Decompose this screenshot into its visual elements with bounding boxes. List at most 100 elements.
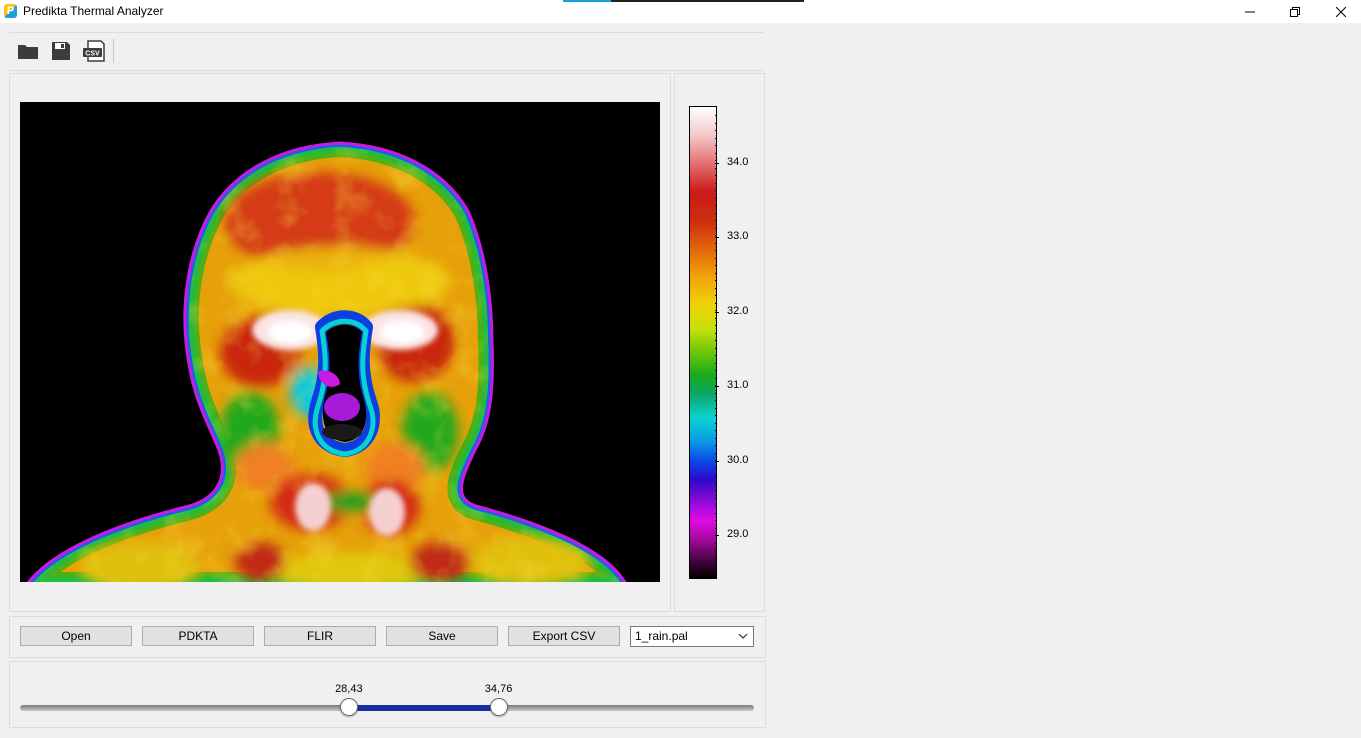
colorbar-minor-tick xyxy=(715,393,717,394)
export-csv-toolbar-button[interactable]: CSV xyxy=(81,39,107,63)
colorbar-major-tick xyxy=(715,163,719,164)
colorbar-minor-tick xyxy=(715,265,717,266)
colorbar-minor-tick xyxy=(715,573,717,574)
colorbar-tick-label: 29.0 xyxy=(727,528,749,540)
colorbar-major-tick xyxy=(715,312,719,313)
save-icon xyxy=(52,42,70,60)
colorbar-minor-tick xyxy=(715,498,717,499)
minimize-icon xyxy=(1245,11,1255,12)
colorbar-tick-label: 32.0 xyxy=(727,305,749,317)
save-button[interactable]: Save xyxy=(386,626,498,646)
colorbar-minor-tick xyxy=(715,250,717,251)
range-slider-selection xyxy=(348,705,499,711)
action-bar: Open PDKTA FLIR Save Export CSV 1_rain.p… xyxy=(9,616,766,658)
range-high-value: 34,76 xyxy=(484,683,513,695)
palette-select[interactable]: 1_rain.pal xyxy=(630,626,754,647)
colorbar-minor-tick xyxy=(715,258,717,259)
colorbar-minor-tick xyxy=(715,558,717,559)
flir-button[interactable]: FLIR xyxy=(264,626,376,646)
colorbar-major-tick xyxy=(715,461,719,462)
palette-select-value: 1_rain.pal xyxy=(635,629,688,643)
colorbar-minor-tick xyxy=(715,565,717,566)
range-high-handle[interactable] xyxy=(489,698,508,716)
colorbar-minor-tick xyxy=(715,483,717,484)
colorbar-minor-tick xyxy=(715,445,717,446)
colorbar-minor-tick xyxy=(715,400,717,401)
colorbar-minor-tick xyxy=(715,415,717,416)
colorbar-minor-tick xyxy=(715,198,717,199)
thermal-image[interactable] xyxy=(20,102,660,582)
colorbar-minor-tick xyxy=(715,280,717,281)
colorbar-minor-tick xyxy=(715,355,717,356)
colorbar-minor-tick xyxy=(715,430,717,431)
csv-icon: CSV xyxy=(83,40,105,62)
image-panel xyxy=(9,73,671,612)
colorbar-minor-tick xyxy=(715,408,717,409)
colorbar-minor-tick xyxy=(715,318,717,319)
colorbar-minor-tick xyxy=(715,175,717,176)
colorbar-minor-tick xyxy=(715,513,717,514)
colorbar-minor-tick xyxy=(715,490,717,491)
save-toolbar-button[interactable] xyxy=(48,39,74,63)
colorbar-minor-tick xyxy=(715,333,717,334)
colorbar-minor-tick xyxy=(715,295,717,296)
svg-text:CSV: CSV xyxy=(85,51,100,58)
colorbar-minor-tick xyxy=(715,528,717,529)
colorbar-minor-tick xyxy=(715,385,717,386)
export-csv-button[interactable]: Export CSV xyxy=(508,626,620,646)
colorbar-panel: 34.0 33.0 32.0 31.0 30.0 29.0 xyxy=(674,73,765,612)
colorbar-minor-tick xyxy=(715,303,717,304)
colorbar-minor-tick xyxy=(715,273,717,274)
colorbar-minor-tick xyxy=(715,235,717,236)
colorbar-tick-label: 34.0 xyxy=(727,156,749,168)
open-folder-button[interactable] xyxy=(15,39,41,63)
colorbar-minor-tick xyxy=(715,340,717,341)
colorbar-minor-tick xyxy=(715,145,717,146)
colorbar-minor-tick xyxy=(715,130,717,131)
colorbar-minor-tick xyxy=(715,153,717,154)
app-logo-icon: P xyxy=(4,4,17,18)
colorbar-minor-tick xyxy=(715,243,717,244)
colorbar-minor-tick xyxy=(715,475,717,476)
colorbar-minor-tick xyxy=(715,520,717,521)
colorbar-minor-tick xyxy=(715,348,717,349)
colorbar-minor-tick xyxy=(715,168,717,169)
colorbar-minor-tick xyxy=(715,160,717,161)
chevron-down-icon xyxy=(738,633,748,639)
pdkta-button[interactable]: PDKTA xyxy=(142,626,254,646)
close-button[interactable] xyxy=(1318,0,1361,23)
open-button[interactable]: Open xyxy=(20,626,132,646)
colorbar-minor-tick xyxy=(715,123,717,124)
colorbar-minor-tick xyxy=(715,505,717,506)
taskbar-accent xyxy=(563,0,611,2)
close-icon xyxy=(1336,6,1346,17)
colorbar-major-tick xyxy=(715,237,719,238)
colorbar-minor-tick xyxy=(715,205,717,206)
temperature-range-panel: 28,43 34,76 xyxy=(9,661,766,728)
colorbar-major-tick xyxy=(715,386,719,387)
colorbar-minor-tick xyxy=(715,438,717,439)
colorbar-minor-tick xyxy=(715,138,717,139)
colorbar-minor-tick xyxy=(715,453,717,454)
toolbar-separator xyxy=(113,39,114,63)
colorbar-minor-tick xyxy=(715,115,717,116)
title-bar: P Predikta Thermal Analyzer xyxy=(0,0,1361,23)
colorbar-minor-tick xyxy=(715,423,717,424)
colorbar-minor-tick xyxy=(715,213,717,214)
colorbar-minor-tick xyxy=(715,220,717,221)
colorbar-tick-label: 33.0 xyxy=(727,230,749,242)
taskbar-accent-dark xyxy=(611,0,804,2)
colorbar-minor-tick xyxy=(715,550,717,551)
minimize-button[interactable] xyxy=(1227,0,1273,23)
range-low-handle[interactable] xyxy=(339,698,358,716)
colorbar-minor-tick xyxy=(715,228,717,229)
colorbar-tick-label: 31.0 xyxy=(727,379,749,391)
colorbar-minor-tick xyxy=(715,310,717,311)
colorbar-minor-tick xyxy=(715,378,717,379)
colorbar-minor-tick xyxy=(715,468,717,469)
restore-icon xyxy=(1290,6,1300,17)
restore-button[interactable] xyxy=(1272,0,1318,23)
colorbar-minor-tick xyxy=(715,460,717,461)
colorbar-minor-tick xyxy=(715,370,717,371)
colorbar-minor-tick xyxy=(715,543,717,544)
